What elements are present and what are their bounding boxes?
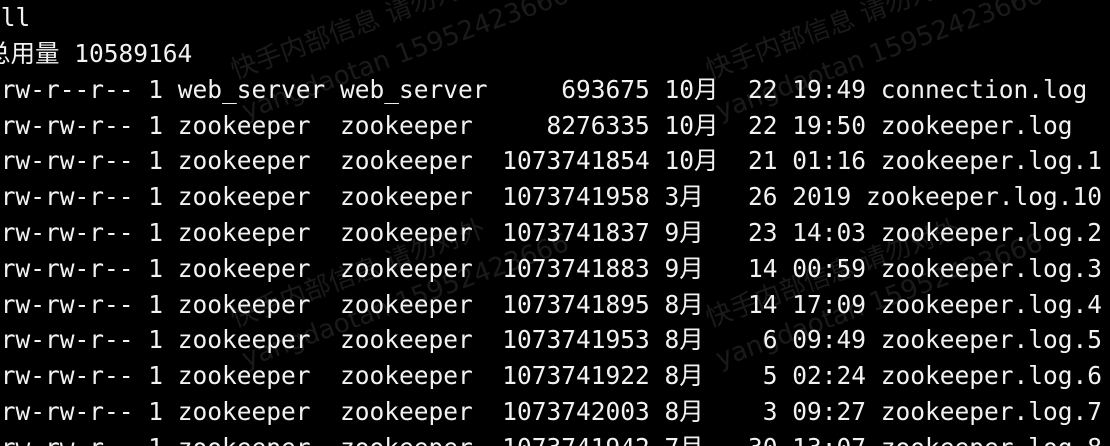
file-entry-row: -rw-r--r-- 1 web_server web_server 69367… [0,75,1088,104]
file-entry-row: -rw-rw-r-- 1 zookeeper zookeeper 1073741… [0,146,1103,175]
file-entry-row: -rw-rw-r-- 1 zookeeper zookeeper 1073741… [0,254,1103,283]
file-entry-row: -rw-rw-r-- 1 zookeeper zookeeper 1073741… [0,290,1103,319]
file-entry-row: -rw-rw-r-- 1 zookeeper zookeeper 1073741… [0,361,1103,390]
terminal-window[interactable]: ll 总用量 10589164 -rw-r--r-- 1 web_server … [0,0,1110,446]
file-entry-row: -rw-rw-r-- 1 zookeeper zookeeper 8276335… [0,111,1073,140]
file-entry-row: -rw-rw-r-- 1 zookeeper zookeeper 1073741… [0,430,1102,446]
command-line: ll [0,3,31,32]
total-usage-line: 总用量 10589164 [0,39,193,68]
file-entry-row: -rw-rw-r-- 1 zookeeper zookeeper 1073741… [0,218,1103,247]
file-entry-row: -rw-rw-r-- 1 zookeeper zookeeper 1073742… [0,397,1103,426]
file-entry-row: -rw-rw-r-- 1 zookeeper zookeeper 1073741… [0,325,1103,354]
file-entry-row: -rw-rw-r-- 1 zookeeper zookeeper 1073741… [0,182,1103,211]
